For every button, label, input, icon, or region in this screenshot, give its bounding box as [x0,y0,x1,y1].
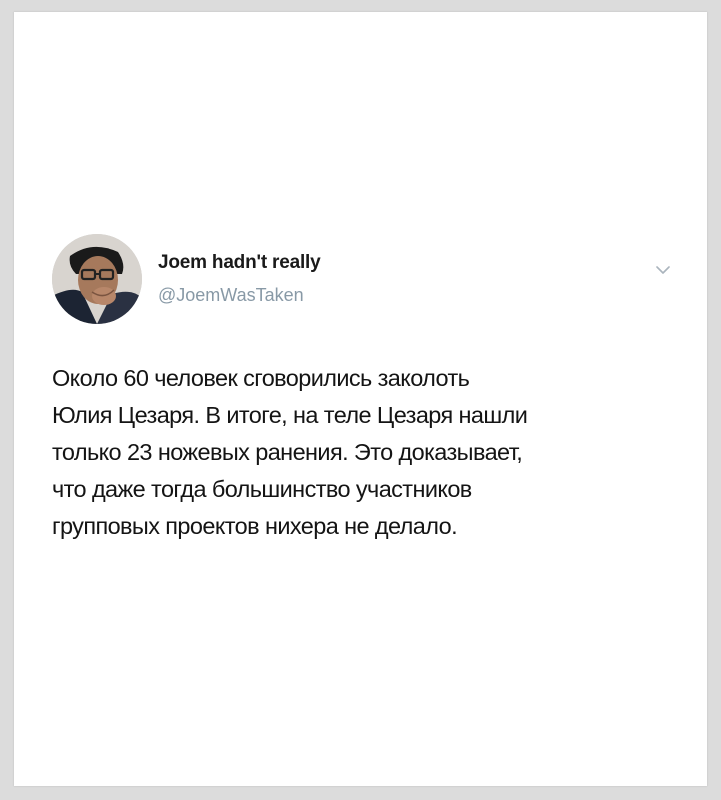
tweet-text: Около 60 человек сговорились заколоть Юл… [52,360,682,545]
author-display-name[interactable]: Joem hadn't really [158,252,321,274]
avatar-photo [52,234,142,324]
tweet-text-line: Около 60 человек сговорились заколоть [52,365,470,391]
author-handle[interactable]: @JoemWasTaken [158,285,304,306]
tweet-text-line: Юлия Цезаря. В итоге, на теле Цезаря наш… [52,402,528,428]
chevron-down-icon[interactable] [656,265,670,275]
tweet-text-line: групповых проектов нихера не делало. [52,513,458,539]
tweet-text-line: только 23 ножевых ранения. Это доказывае… [52,439,523,465]
tweet-card: Joem hadn't really @JoemWasTaken Около 6… [14,12,707,786]
screenshot-frame: Joem hadn't really @JoemWasTaken Около 6… [14,12,707,786]
tweet-text-line: что даже тогда большинство участников [52,476,472,502]
avatar[interactable] [52,234,142,324]
